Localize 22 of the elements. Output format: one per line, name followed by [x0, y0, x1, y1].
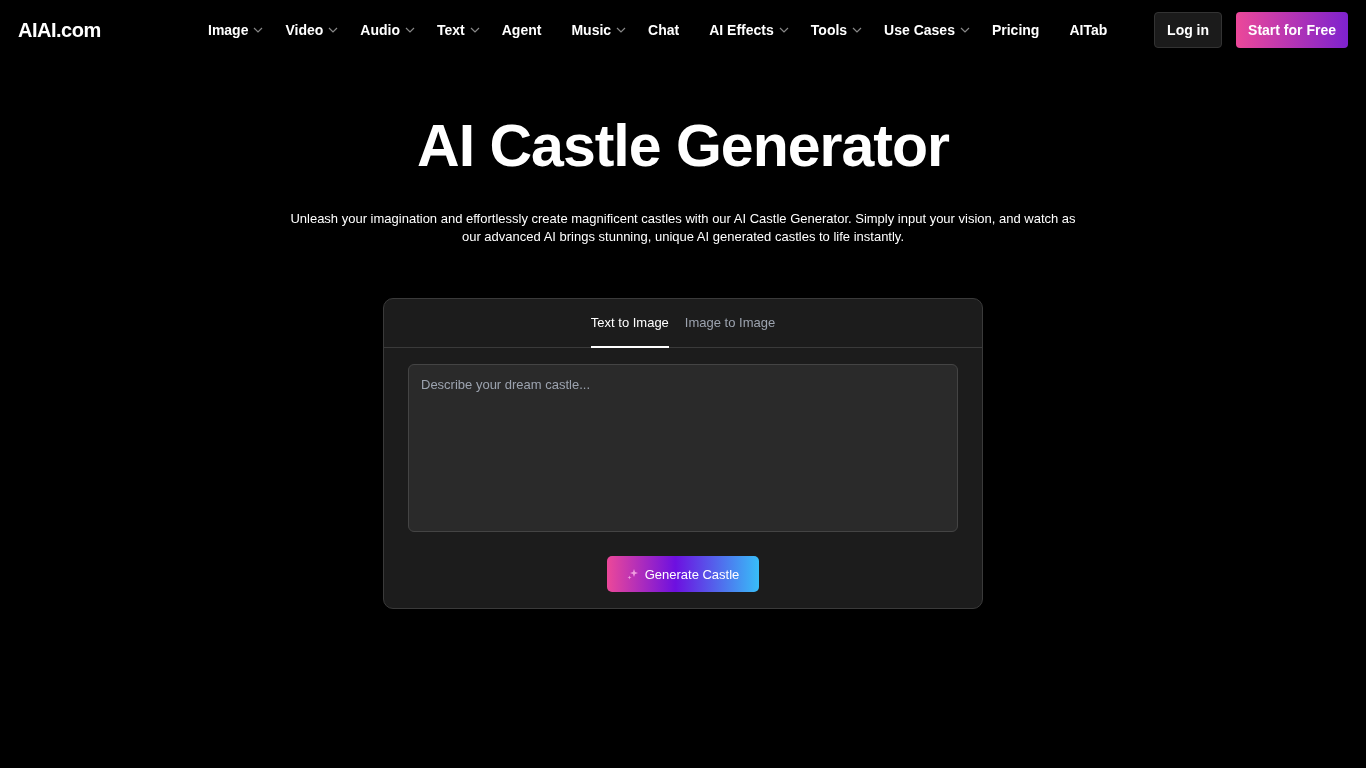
tab[interactable]: Image to Image — [684, 299, 776, 348]
nav-link[interactable]: Use Cases — [884, 22, 955, 38]
nav-link[interactable]: Chat — [648, 22, 680, 38]
sparkle-icon — [626, 568, 639, 580]
subtitle: Unleash your imagination and effortlessly create magnificent castles with our AI Castle Generator. Simply input your vision, and watch as our advanced AI brings stunning, unique AI generated castles to life instantly. — [289, 210, 1077, 246]
start-button[interactable]: Start for Free — [1236, 12, 1348, 48]
tab[interactable]: Text to Image — [590, 299, 669, 348]
nav-link[interactable]: Music — [571, 22, 612, 38]
nav-link[interactable]: AI Effects — [709, 22, 774, 38]
generate-button[interactable]: Generate Castle — [606, 556, 760, 592]
nav-link[interactable]: Audio — [360, 22, 400, 38]
nav-link[interactable]: Tools — [810, 22, 848, 38]
page-title: AI Castle Generator — [416, 112, 950, 180]
logo[interactable]: AIAI.com — [18, 18, 208, 42]
prompt-field[interactable]: Describe your dream castle... — [408, 364, 958, 532]
login-button[interactable]: Log in — [1154, 12, 1223, 48]
nav-link[interactable]: Text — [437, 22, 465, 38]
nav-link[interactable]: Pricing — [991, 22, 1040, 38]
nav-link[interactable]: AITab — [1069, 22, 1108, 38]
nav-link[interactable]: Agent — [501, 22, 542, 38]
nav-link[interactable]: Image — [208, 22, 249, 38]
nav-link[interactable]: Video — [285, 22, 324, 38]
